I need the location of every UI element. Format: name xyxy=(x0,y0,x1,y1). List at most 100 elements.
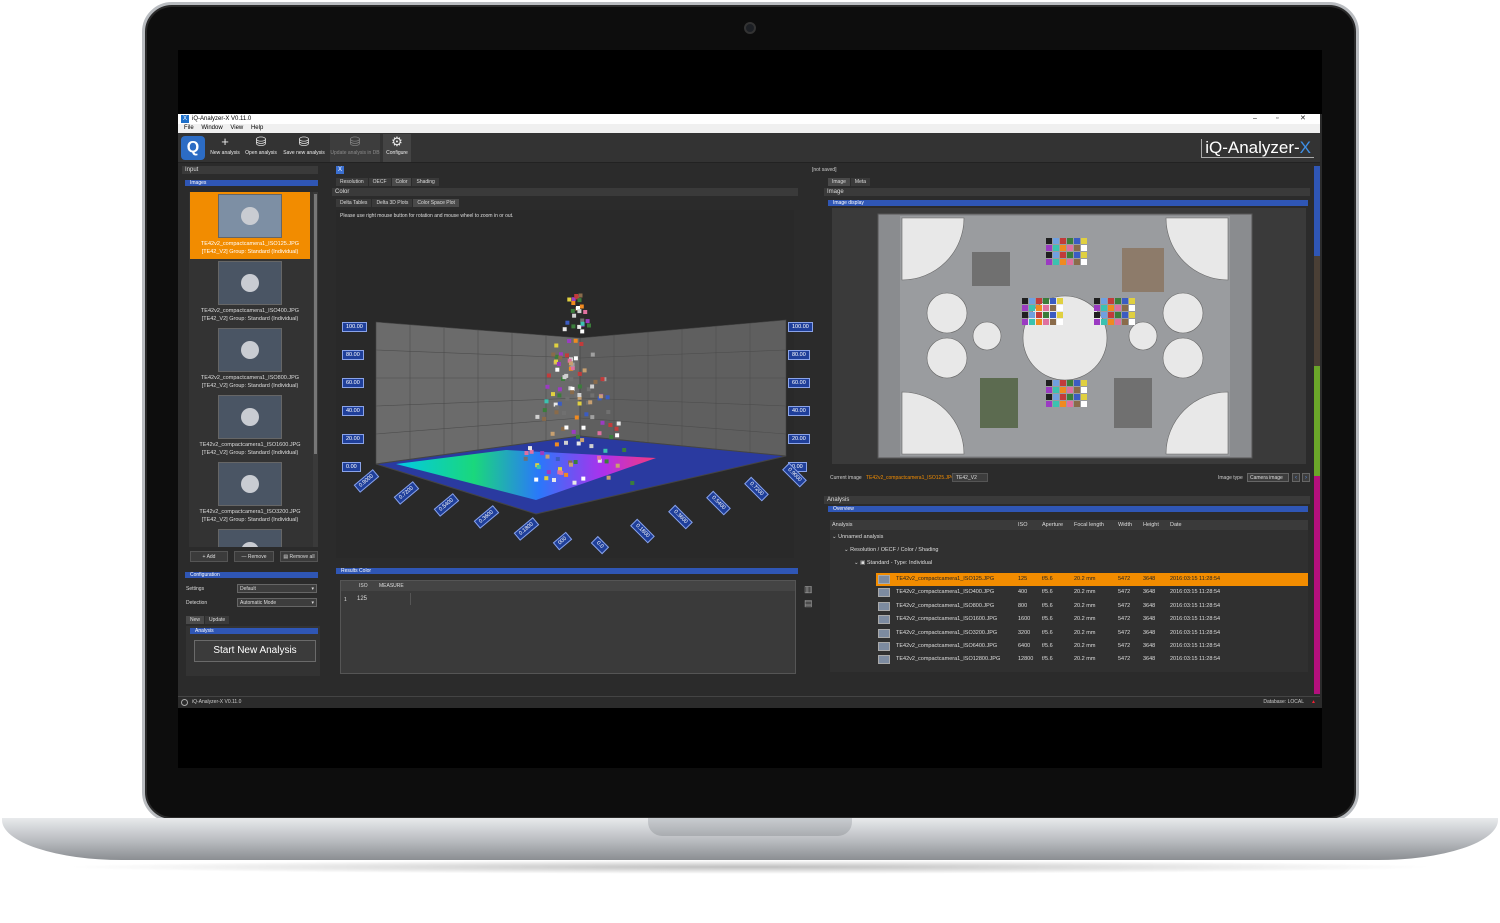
chart-color-patch xyxy=(1046,401,1052,407)
tab-update[interactable]: Update xyxy=(205,616,230,624)
analysis-row[interactable]: TE42v2_compactcamera1_ISO125.JPG 125 f/5.6… xyxy=(876,573,1308,586)
brand-x: X xyxy=(1299,138,1311,157)
image-thumbnail[interactable]: TE42v2_compactcamera1_ISO1600.JPG [TE42_V… xyxy=(190,393,310,460)
cell-focal: 20.2 mm xyxy=(1074,616,1096,623)
remove-image-button[interactable]: — Remove xyxy=(234,551,274,562)
color-sample-point xyxy=(567,339,572,343)
update-analysis-button[interactable]: ⛁ Update analysis in DB xyxy=(330,134,380,162)
color-sample-point xyxy=(569,377,574,382)
status-version: iQ-Analyzer-X V0.11.0 xyxy=(192,699,242,705)
tab-new[interactable]: New xyxy=(186,616,205,624)
add-label: Add xyxy=(206,554,216,560)
analysis-row[interactable]: TE42v2_compactcamera1_ISO400.JPG 400 f/5.6… xyxy=(876,586,1308,599)
image-display[interactable] xyxy=(832,208,1306,464)
results-color-header: Results Color xyxy=(336,568,798,574)
color-sample-point xyxy=(571,429,576,434)
chart-color-patch xyxy=(1050,305,1056,311)
menu-file[interactable]: File xyxy=(184,124,194,133)
brand-logo: iQ-Analyzer-X xyxy=(1201,139,1314,158)
tab-delta-tables[interactable]: Delta Tables xyxy=(336,199,372,207)
col-width: Width xyxy=(1118,522,1133,528)
analysis-row[interactable]: TE42v2_compactcamera1_ISO12800.JPG 12800 f… xyxy=(876,653,1308,666)
tab-color-space-plot[interactable]: Color Space Plot xyxy=(413,199,459,207)
tab-image[interactable]: Image xyxy=(828,178,850,186)
analysis-row[interactable]: TE42v2_compactcamera1_ISO800.JPG 800 f/5.6… xyxy=(876,600,1308,613)
add-image-button[interactable]: + Add xyxy=(190,551,228,562)
warning-icon: ▲ xyxy=(1311,699,1316,705)
tab-meta[interactable]: Meta xyxy=(850,178,871,186)
minimize-icon[interactable]: – xyxy=(1253,114,1257,124)
color-space-plot[interactable]: Please use right mouse button for rotati… xyxy=(336,210,813,558)
analysis-row[interactable]: TE42v2_compactcamera1_ISO3200.JPG 3200 f/5… xyxy=(876,627,1308,640)
chart-color-patch xyxy=(1115,312,1121,318)
save-new-analysis-button[interactable]: ⛁ Save new analysis xyxy=(282,134,326,162)
chart-color-patch xyxy=(1074,387,1080,393)
prev-image-icon[interactable]: ‹ xyxy=(1292,473,1300,482)
configure-button[interactable]: ⚙ Configure xyxy=(383,134,411,162)
color-sample-point xyxy=(577,393,582,397)
thumbnail-image xyxy=(218,261,282,305)
update-analysis-label: Update analysis in DB xyxy=(330,150,380,156)
axis-tick-label: 20.00 xyxy=(342,434,364,444)
remove-all-button[interactable]: ▤ Remove all xyxy=(280,551,318,562)
thumbnail-group: [TE42_V2] Group: Standard (Individual) xyxy=(201,450,299,456)
image-thumbnail-icon xyxy=(878,601,890,611)
tree-level2[interactable]: ⌄ ▣ Standard - Type: Individual xyxy=(854,560,932,566)
chart-color-patch xyxy=(1050,319,1056,325)
color-sample-point xyxy=(544,399,549,404)
color-sample-point xyxy=(587,323,591,328)
tab-oecf[interactable]: OECF xyxy=(368,178,391,186)
next-image-icon[interactable]: › xyxy=(1302,473,1310,482)
open-analysis-button[interactable]: ⛁ Open analysis xyxy=(242,134,280,162)
color-sample-point xyxy=(571,324,576,329)
settings-select[interactable]: Default ▾ xyxy=(237,584,317,593)
chart-color-patch xyxy=(1129,298,1135,304)
analysis-row[interactable]: TE42v2_compactcamera1_ISO6400.JPG 6400 f/5… xyxy=(876,640,1308,653)
col-measure: MEASURE xyxy=(379,583,404,589)
export-icon[interactable]: ▥ xyxy=(804,584,813,595)
cell-focal: 20.2 mm xyxy=(1074,656,1096,663)
image-type-select[interactable]: Camera image xyxy=(1247,473,1289,482)
menu-window[interactable]: Window xyxy=(201,124,222,133)
close-icon[interactable]: ✕ xyxy=(1300,114,1306,124)
image-thumbnail[interactable]: TE42v2_compactcamera1_ISO800.JPG [TE42_V2… xyxy=(190,326,310,393)
menu-view[interactable]: View xyxy=(230,124,243,133)
chart-color-patch xyxy=(1036,312,1042,318)
tab-shading[interactable]: Shading xyxy=(412,178,439,186)
chart-color-patch xyxy=(1057,305,1063,311)
cell-date: 2016:03:15 11:28:54 xyxy=(1170,576,1221,582)
image-thumbnail[interactable]: TE42v2_compactcamera1_ISO400.JPG [TE42_V2… xyxy=(190,259,310,326)
tab-color[interactable]: Color xyxy=(391,178,412,186)
image-thumbnail[interactable] xyxy=(190,527,310,547)
tab-resolution[interactable]: Resolution xyxy=(336,178,368,186)
image-list-scrollbar[interactable] xyxy=(313,192,318,547)
maximize-icon[interactable]: ▫ xyxy=(1276,114,1278,124)
clear-icon[interactable]: ▤ xyxy=(804,598,813,609)
chevron-down-icon: ▾ xyxy=(311,586,314,592)
chart-tag: TE42_V2 xyxy=(952,473,988,482)
col-height: Height xyxy=(1143,522,1159,528)
color-sample-point xyxy=(555,457,560,461)
menu-help[interactable]: Help xyxy=(251,124,263,133)
detection-value: Automatic Mode xyxy=(240,600,277,606)
image-thumbnail[interactable]: TE42v2_compactcamera1_ISO3200.JPG [TE42_V… xyxy=(190,460,310,527)
thumbnail-filename: TE42v2_compactcamera1_ISO800.JPG xyxy=(200,375,300,381)
tab-delta-3d-plots[interactable]: Delta 3D Plots xyxy=(372,199,413,207)
cell-focal: 20.2 mm xyxy=(1074,643,1096,649)
cell-height: 3648 xyxy=(1143,602,1156,609)
start-new-analysis-button[interactable]: Start New Analysis xyxy=(194,640,316,662)
chart-color-patch xyxy=(1094,298,1100,304)
thumbnail-caption: TE42v2_compactcamera1_ISO800.JPG [TE42_V2… xyxy=(190,374,310,390)
overview-header: Overview xyxy=(828,506,1308,512)
cell-name: TE42v2_compactcamera1_ISO1600.JPG xyxy=(896,616,998,623)
tree-level1[interactable]: ⌄ Resolution / OECF / Color / Shading xyxy=(844,547,939,553)
color-sample-point xyxy=(615,433,620,438)
new-analysis-button[interactable]: + New analysis xyxy=(206,134,244,162)
detection-select[interactable]: Automatic Mode ▾ xyxy=(237,598,317,607)
cell-iso: 400 xyxy=(1018,589,1028,596)
cell-name: TE42v2_compactcamera1_ISO3200.JPG xyxy=(896,629,998,636)
image-thumbnail[interactable]: TE42v2_compactcamera1_ISO125.JPG [TE42_V2… xyxy=(190,192,310,259)
color-sample-point xyxy=(583,310,588,314)
analysis-row[interactable]: TE42v2_compactcamera1_ISO1600.JPG 1600 f/5… xyxy=(876,613,1308,626)
tree-root[interactable]: ⌄ Unnamed analysis xyxy=(832,534,883,540)
